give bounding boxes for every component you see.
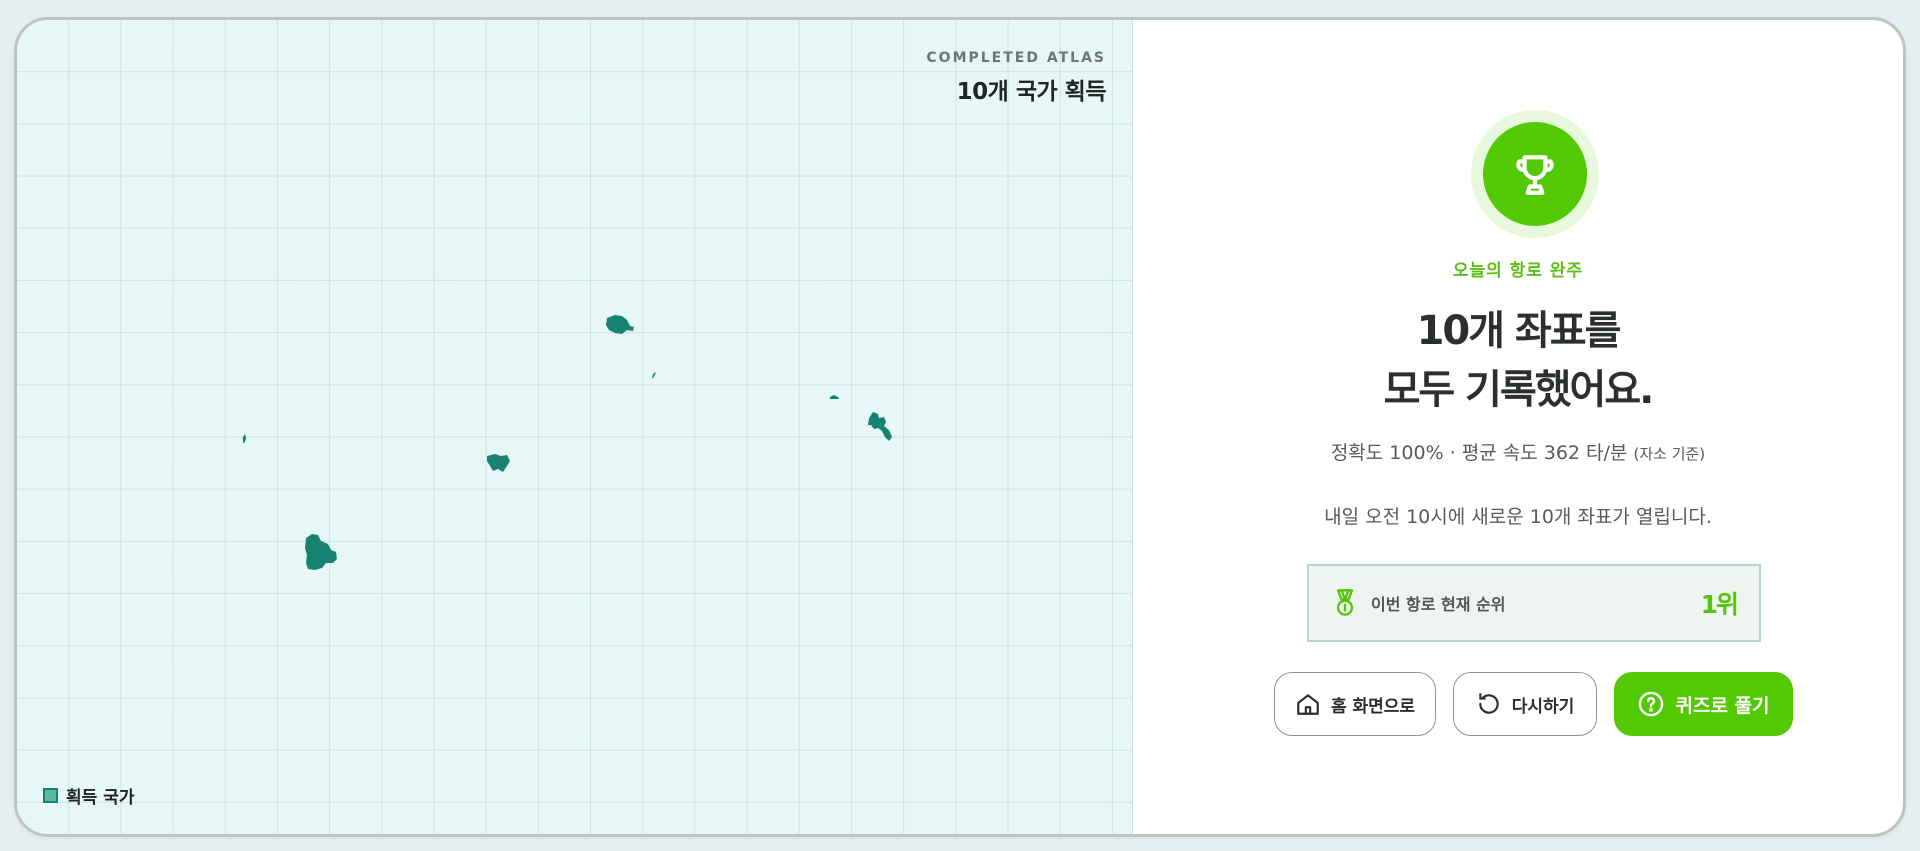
retry-button-label: 다시하기 [1511,696,1575,717]
refresh-icon [1478,693,1499,714]
country-shape [830,395,839,399]
stats-note: (자소 기준) [1633,445,1706,463]
rank-value: 1위 [1700,590,1739,619]
home-button[interactable]: 홈 화면으로 [1274,672,1436,736]
atlas-map: COMPLETED ATLAS 10개 국가 획득 획득 국가 [17,20,1133,834]
stats-main: 정확도 100% · 평균 속도 362 타/분 [1330,442,1628,464]
country-shape [243,434,246,443]
atlas-title: 10개 국가 획득 [956,79,1107,105]
country-shape [652,372,656,379]
rank-box: 이번 항로 현재 순위 1위 [1307,564,1761,642]
country-shape [868,412,892,441]
rank-label: 이번 항로 현재 순위 [1371,595,1506,614]
quiz-button[interactable]: 퀴즈로 풀기 [1614,672,1793,736]
result-card: COMPLETED ATLAS 10개 국가 획득 획득 국가 오늘의 항로 완… [14,17,1906,837]
next-round-notice: 내일 오전 10시에 새로운 10개 좌표가 열립니다. [1324,506,1712,528]
trophy-badge [1471,110,1599,238]
home-icon [1297,694,1319,715]
map-legend: 획득 국가 [43,783,134,808]
medal-icon [1336,589,1354,616]
country-shape [606,315,634,334]
headline-line-1: 10개 좌표를 [1416,308,1622,354]
completion-kicker: 오늘의 항로 완주 [1452,261,1584,281]
legend-label: 획득 국가 [66,788,135,808]
country-shape [487,454,510,472]
completion-headline: 10개 좌표를 모두 기록했어요. [1133,302,1903,420]
country-shape [305,534,337,570]
atlas-kicker: COMPLETED ATLAS [926,50,1106,66]
atlas-map-canvas [243,315,892,570]
retry-button[interactable]: 다시하기 [1453,672,1597,736]
stats-summary: 정확도 100% · 평균 속도 362 타/분 (자소 기준) [1133,438,1903,465]
headline-line-2: 모두 기록했어요. [1383,367,1655,413]
trophy-circle [1483,122,1587,226]
legend-swatch [43,788,58,803]
quiz-button-label: 퀴즈로 풀기 [1675,694,1770,717]
result-panel: 오늘의 항로 완주 10개 좌표를 모두 기록했어요. 정확도 100% · 평… [1133,20,1903,834]
question-circle-icon [1639,691,1664,717]
trophy-icon [1516,155,1554,195]
home-button-label: 홈 화면으로 [1330,696,1416,717]
